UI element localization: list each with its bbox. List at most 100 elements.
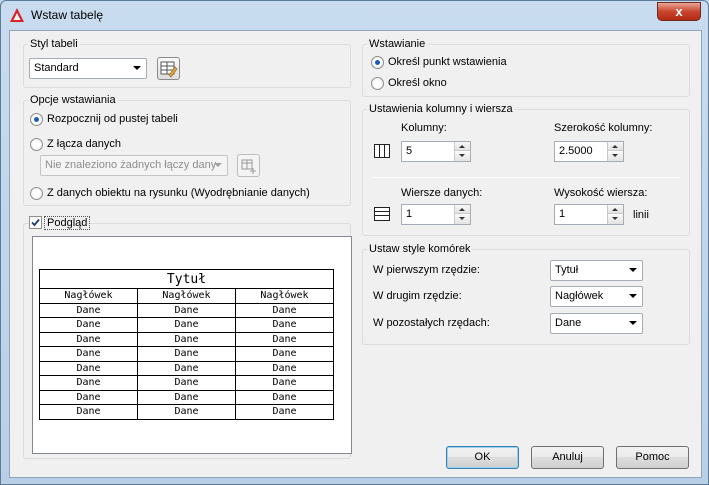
preview-header-cell: Nagłówek — [39, 288, 138, 304]
label-empty-table[interactable]: Rozpocznij od pustej tabeli — [47, 113, 178, 125]
first-row-style-dropdown[interactable]: Tytuł — [550, 260, 643, 281]
chevron-down-icon — [629, 321, 637, 325]
table-style-value: Standard — [34, 62, 79, 74]
columns-spinner[interactable]: 5 — [401, 141, 471, 162]
columns-label: Kolumny: — [401, 122, 447, 134]
preview-data-cell: Dane — [39, 317, 138, 333]
insertion-group: Wstawianie — [362, 38, 690, 97]
preview-data-cell: Dane — [39, 375, 138, 391]
label-insertion-point[interactable]: Określ punkt wstawienia — [388, 56, 507, 68]
preview-data-cell: Dane — [137, 317, 236, 333]
close-button[interactable]: x — [657, 2, 701, 21]
other-rows-style-value: Dane — [555, 317, 582, 329]
spin-down-button[interactable] — [455, 215, 470, 224]
chevron-down-icon — [133, 66, 141, 70]
radio-data-link[interactable] — [30, 138, 43, 151]
preview-data-cell: Dane — [137, 360, 236, 376]
checkmark-icon — [31, 218, 40, 227]
radio-insertion-point[interactable] — [371, 56, 384, 69]
first-row-label: W pierwszym rzędzie: — [373, 264, 480, 276]
preview-label[interactable]: Podgląd — [44, 216, 91, 230]
label-data-link[interactable]: Z łącza danych — [47, 138, 121, 150]
spin-up-button[interactable] — [455, 205, 470, 214]
insertion-group-label: Wstawianie — [367, 38, 428, 50]
row-height-label: Wysokość wiersza: — [554, 187, 648, 199]
ok-button[interactable]: OK — [446, 446, 519, 469]
preview-data-cell: Dane — [235, 360, 334, 376]
chevron-down-icon — [629, 294, 637, 298]
preview-data-cell: Dane — [137, 404, 236, 420]
spin-up-button[interactable] — [608, 205, 623, 214]
help-button[interactable]: Pomoc — [616, 446, 689, 469]
preview-data-cell: Dane — [137, 346, 236, 362]
second-row-style-dropdown[interactable]: Nagłówek — [550, 286, 643, 307]
preview-header-cell: Nagłówek — [235, 288, 334, 304]
data-link-manager-button[interactable] — [237, 154, 260, 177]
table-style-dialog-button[interactable] — [157, 57, 180, 80]
data-rows-spinner[interactable]: 1 — [401, 204, 471, 225]
spin-down-button[interactable] — [608, 215, 623, 224]
table-style-dropdown[interactable]: Standard — [29, 58, 147, 79]
data-link-icon — [241, 159, 256, 174]
cancel-button[interactable]: Anuluj — [531, 446, 604, 469]
dialog-window: Wstaw tabelę x Styl tabeli Standard Opcj… — [0, 0, 709, 485]
data-link-dropdown[interactable]: Nie znaleziono żadnych łączy dany — [40, 155, 228, 176]
insert-options-group-label: Opcje wstawiania — [28, 94, 118, 106]
preview-data-cell: Dane — [235, 331, 334, 347]
preview-data-cell: Dane — [137, 375, 236, 391]
spin-up-button[interactable] — [455, 142, 470, 151]
chevron-down-icon — [629, 268, 637, 272]
preview-data-cell: Dane — [137, 331, 236, 347]
preview-data-cell: Dane — [39, 389, 138, 405]
preview-data-cell: Dane — [235, 302, 334, 318]
preview-data-cell: Dane — [39, 346, 138, 362]
preview-data-cell: Dane — [137, 302, 236, 318]
preview-title-cell: Tytuł — [39, 269, 334, 289]
preview-header-cell: Nagłówek — [137, 288, 236, 304]
data-link-value: Nie znaleziono żadnych łączy dany — [45, 159, 217, 171]
columns-value: 5 — [406, 145, 413, 157]
title-bar[interactable]: Wstaw tabelę x — [1, 1, 708, 29]
second-row-style-value: Nagłówek — [555, 290, 604, 302]
row-height-unit: linii — [633, 209, 649, 221]
radio-object-data[interactable] — [30, 187, 43, 200]
table-preview: Tytuł Nagłówek Nagłówek Nagłówek Dane Dan… — [32, 236, 352, 454]
label-insertion-window[interactable]: Określ okno — [388, 77, 447, 89]
preview-data-cell: Dane — [235, 375, 334, 391]
data-rows-label: Wiersze danych: — [401, 187, 483, 199]
dialog-client-area: Styl tabeli Standard Opcje wstawiania Ro… — [9, 30, 702, 478]
column-width-label: Szerokość kolumny: — [554, 122, 653, 134]
column-row-separator — [372, 177, 680, 178]
preview-data-cell: Dane — [39, 404, 138, 420]
preview-data-cell: Dane — [39, 360, 138, 376]
chevron-down-icon — [214, 163, 222, 167]
other-rows-label: W pozostałych rzędach: — [373, 317, 490, 329]
preview-data-cell: Dane — [39, 331, 138, 347]
preview-data-cell: Dane — [235, 404, 334, 420]
row-height-spinner[interactable]: 1 — [554, 204, 624, 225]
preview-data-cell: Dane — [235, 389, 334, 405]
data-rows-value: 1 — [406, 208, 413, 220]
preview-data-cell: Dane — [235, 346, 334, 362]
autocad-logo-icon — [10, 8, 24, 22]
spin-down-button[interactable] — [455, 152, 470, 161]
spin-up-button[interactable] — [608, 142, 623, 151]
cell-styles-group-label: Ustaw style komórek — [367, 243, 473, 255]
edit-table-style-icon — [160, 61, 178, 78]
other-rows-style-dropdown[interactable]: Dane — [550, 313, 643, 334]
preview-data-cell: Dane — [39, 302, 138, 318]
preview-table: Tytuł Nagłówek Nagłówek Nagłówek Dane Dan… — [39, 269, 334, 420]
radio-empty-table[interactable] — [30, 113, 43, 126]
table-style-group-label: Styl tabeli — [28, 38, 80, 50]
first-row-style-value: Tytuł — [555, 264, 579, 276]
column-width-spinner[interactable]: 2.5000 — [554, 141, 624, 162]
spin-down-button[interactable] — [608, 152, 623, 161]
rows-icon — [374, 207, 390, 221]
preview-checkbox[interactable] — [29, 216, 42, 229]
window-title: Wstaw tabelę — [31, 8, 104, 22]
column-width-value: 2.5000 — [559, 145, 593, 157]
second-row-label: W drugim rzędzie: — [373, 290, 462, 302]
label-object-data[interactable]: Z danych obiektu na rysunku (Wyodrębnian… — [47, 187, 310, 199]
columns-icon — [374, 144, 390, 158]
radio-insertion-window[interactable] — [371, 77, 384, 90]
